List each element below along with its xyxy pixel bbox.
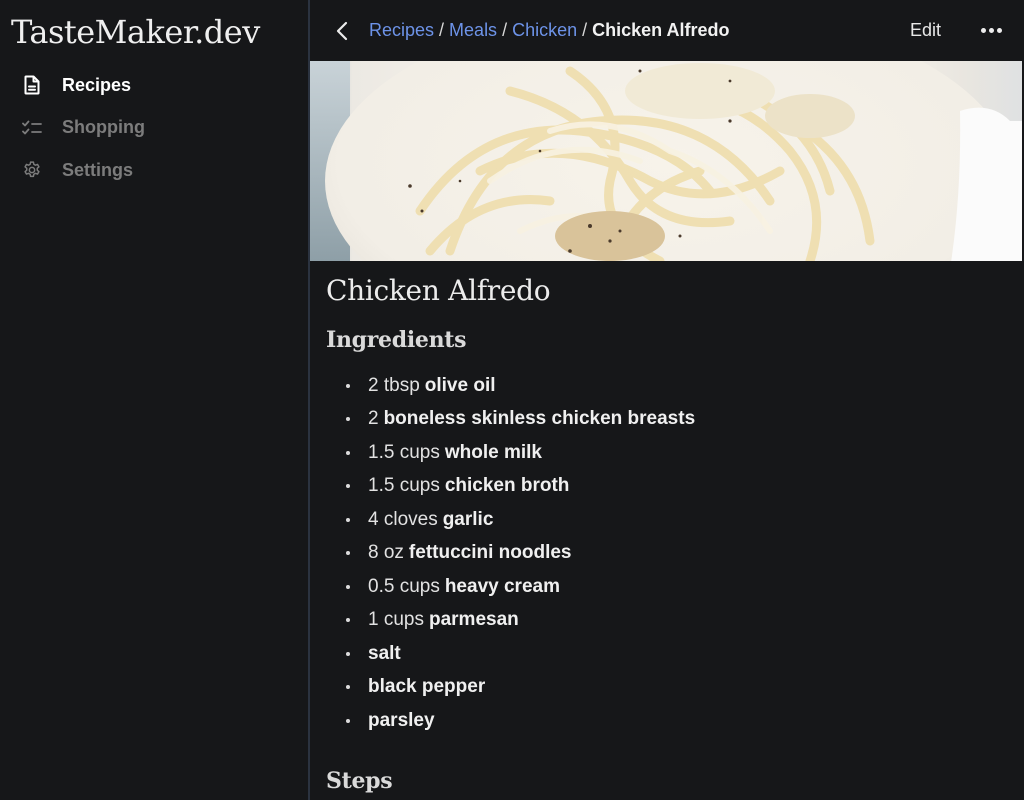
breadcrumb: Recipes / Meals / Chicken / Chicken Alfr… [369,20,729,41]
sidebar-item-settings[interactable]: Settings [0,149,308,192]
ingredient-name: parmesan [428,609,519,631]
ingredient-item: 4 cloves garlic [326,503,1024,537]
bullet [346,685,350,690]
sidebar-item-recipes[interactable]: Recipes [0,64,308,107]
ingredient-qty: 2 tbsp [368,374,420,396]
more-horizontal-icon[interactable] [981,21,1002,41]
sidebar-item-shopping[interactable]: Shopping [0,107,308,150]
recipe-content: Chicken Alfredo Ingredients 2 tbsp olive … [310,274,1024,794]
ingredient-item: 1.5 cups chicken broth [326,470,1024,504]
ingredients-heading: Ingredients [326,327,467,353]
ingredient-qty: 2 [368,408,379,430]
bullet [346,450,350,455]
brand-logo[interactable]: TasteMaker.dev [0,10,308,54]
ingredient-name: fettuccini noodles [408,542,572,564]
breadcrumb-separator: / [582,20,588,40]
ingredient-item: 8 oz fettuccini noodles [326,537,1024,571]
ingredient-name: chicken broth [444,475,570,497]
ingredient-item: 0.5 cups heavy cream [326,570,1024,604]
bullet [346,551,350,556]
dot [997,28,1002,33]
ingredient-name: boneless skinless chicken breasts [383,408,696,430]
pasta-illustration [310,61,1022,261]
bullet [346,718,350,723]
ingredient-name: black pepper [368,676,486,698]
ingredient-qty: 0.5 cups [368,575,440,597]
sidebar-item-label: Settings [62,159,134,180]
app-root: TasteMaker.dev Recipes Shopping Settings… [0,0,1024,800]
ingredient-qty: 1.5 cups [368,441,440,463]
breadcrumb-current: Chicken Alfredo [592,20,730,40]
chevron-left-icon[interactable] [334,20,350,42]
ingredient-item: salt [326,637,1024,671]
sidebar-item-label: Shopping [62,117,145,138]
recipe-image [310,61,1022,261]
ingredient-name: olive oil [424,374,496,396]
breadcrumb-meals[interactable]: Meals [449,20,497,41]
breadcrumb-separator: / [439,20,445,40]
ingredient-item: 1.5 cups whole milk [326,436,1024,470]
ingredient-name: heavy cream [444,575,560,597]
bullet [346,584,350,589]
bullet [346,517,350,522]
breadcrumb-chicken[interactable]: Chicken [512,20,577,41]
breadcrumb-recipes[interactable]: Recipes [369,20,434,41]
ingredient-qty: 4 cloves [368,508,438,530]
recipe-title: Chicken Alfredo [326,274,551,307]
ingredient-qty: 8 oz [368,542,404,564]
top-bar: Recipes / Meals / Chicken / Chicken Alfr… [310,0,1024,61]
sidebar-item-label: Recipes [62,74,132,95]
dot [989,28,994,33]
ingredient-item: black pepper [326,671,1024,705]
document-icon [21,74,43,96]
ingredient-item: 2 boneless skinless chicken breasts [326,403,1024,437]
steps-heading: Steps [326,767,393,794]
bullet [346,417,350,422]
ingredient-item: 1 cups parmesan [326,604,1024,638]
ingredient-item: parsley [326,704,1024,738]
ingredient-name: garlic [442,508,494,530]
ingredient-qty: 1 cups [368,609,424,631]
ingredient-qty: 1.5 cups [368,475,440,497]
ingredient-item: 2 tbsp olive oil [326,369,1024,403]
edit-button[interactable]: Edit [910,20,941,41]
breadcrumb-separator: / [502,20,508,40]
ingredient-name: whole milk [444,441,542,463]
ingredient-name: salt [368,642,401,664]
main-content: Recipes / Meals / Chicken / Chicken Alfr… [310,0,1024,800]
checklist-icon [21,117,43,139]
bullet [346,651,350,656]
bullet [346,383,350,388]
sidebar-nav: Recipes Shopping Settings [0,64,308,192]
bullet [346,484,350,489]
ingredient-name: parsley [368,709,435,731]
bullet [346,618,350,623]
gear-icon [21,159,43,181]
sidebar: TasteMaker.dev Recipes Shopping Settings [0,0,310,800]
ingredients-list: 2 tbsp olive oil 2 boneless skinless chick… [326,369,1024,738]
dot [981,28,986,33]
